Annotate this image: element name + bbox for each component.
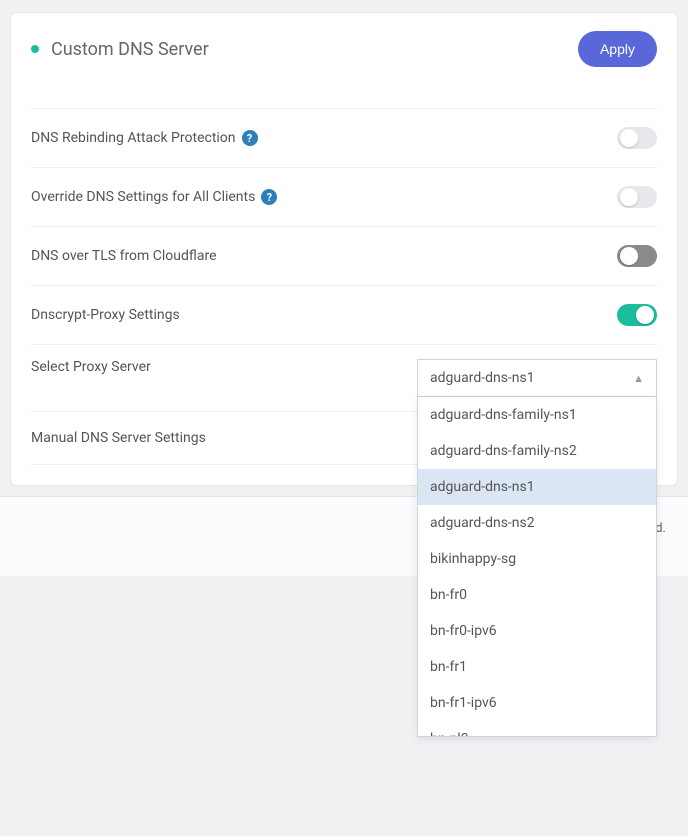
proxy-select-wrap: adguard-dns-ns1 ▲ adguard-dns-family-ns1… <box>417 359 657 397</box>
proxy-option[interactable]: adguard-dns-family-ns1 <box>418 397 656 433</box>
page-title: Custom DNS Server <box>51 39 209 60</box>
row-label: Select Proxy Server <box>31 359 151 375</box>
row-dns-over-tls: DNS over TLS from Cloudflare <box>31 227 657 286</box>
proxy-option[interactable]: bn-fr1-ipv6 <box>418 685 656 721</box>
label-text: Dnscrypt-Proxy Settings <box>31 307 180 323</box>
chevron-up-icon: ▲ <box>633 372 644 385</box>
label-text: Manual DNS Server Settings <box>31 430 206 446</box>
help-icon[interactable]: ? <box>261 189 277 205</box>
proxy-dropdown[interactable]: adguard-dns-family-ns1adguard-dns-family… <box>417 397 657 737</box>
row-label: Manual DNS Server Settings <box>31 430 206 446</box>
toggle-knob-icon <box>620 247 638 265</box>
card-header: Custom DNS Server Apply <box>11 13 677 81</box>
label-text: Override DNS Settings for All Clients <box>31 189 255 205</box>
proxy-select[interactable]: adguard-dns-ns1 ▲ <box>417 359 657 397</box>
card-body: DNS Rebinding Attack Protection ? Overri… <box>11 81 677 465</box>
proxy-option[interactable]: bn-nl0 <box>418 721 656 737</box>
proxy-option[interactable]: bikinhappy-sg <box>418 541 656 577</box>
divider <box>31 81 657 109</box>
help-icon[interactable]: ? <box>242 130 258 146</box>
row-label: Dnscrypt-Proxy Settings <box>31 307 180 323</box>
label-text: Select Proxy Server <box>31 359 151 375</box>
row-dnscrypt-proxy: Dnscrypt-Proxy Settings <box>31 286 657 345</box>
row-select-proxy: Select Proxy Server adguard-dns-ns1 ▲ ad… <box>31 345 657 412</box>
toggle-dns-over-tls[interactable] <box>617 245 657 267</box>
proxy-option[interactable]: adguard-dns-ns2 <box>418 505 656 541</box>
proxy-option[interactable]: bn-fr0 <box>418 577 656 613</box>
custom-dns-card: Custom DNS Server Apply DNS Rebinding At… <box>10 12 678 486</box>
proxy-selected-value: adguard-dns-ns1 <box>430 370 535 386</box>
row-dns-rebinding: DNS Rebinding Attack Protection ? <box>31 109 657 168</box>
status-dot-icon <box>31 45 39 53</box>
title-wrap: Custom DNS Server <box>31 39 209 60</box>
toggle-override-dns[interactable] <box>617 186 657 208</box>
toggle-knob-icon <box>620 129 638 147</box>
toggle-dnscrypt-proxy[interactable] <box>617 304 657 326</box>
row-label: Override DNS Settings for All Clients ? <box>31 189 277 205</box>
row-override-dns: Override DNS Settings for All Clients ? <box>31 168 657 227</box>
toggle-knob-icon <box>636 306 654 324</box>
label-text: DNS Rebinding Attack Protection <box>31 130 236 146</box>
toggle-dns-rebinding[interactable] <box>617 127 657 149</box>
toggle-knob-icon <box>620 188 638 206</box>
label-text: DNS over TLS from Cloudflare <box>31 248 217 264</box>
proxy-option[interactable]: bn-fr1 <box>418 649 656 685</box>
apply-button[interactable]: Apply <box>578 31 657 67</box>
proxy-option[interactable]: adguard-dns-family-ns2 <box>418 433 656 469</box>
row-label: DNS over TLS from Cloudflare <box>31 248 217 264</box>
proxy-option[interactable]: adguard-dns-ns1 <box>418 469 656 505</box>
row-label: DNS Rebinding Attack Protection ? <box>31 130 258 146</box>
proxy-option[interactable]: bn-fr0-ipv6 <box>418 613 656 649</box>
